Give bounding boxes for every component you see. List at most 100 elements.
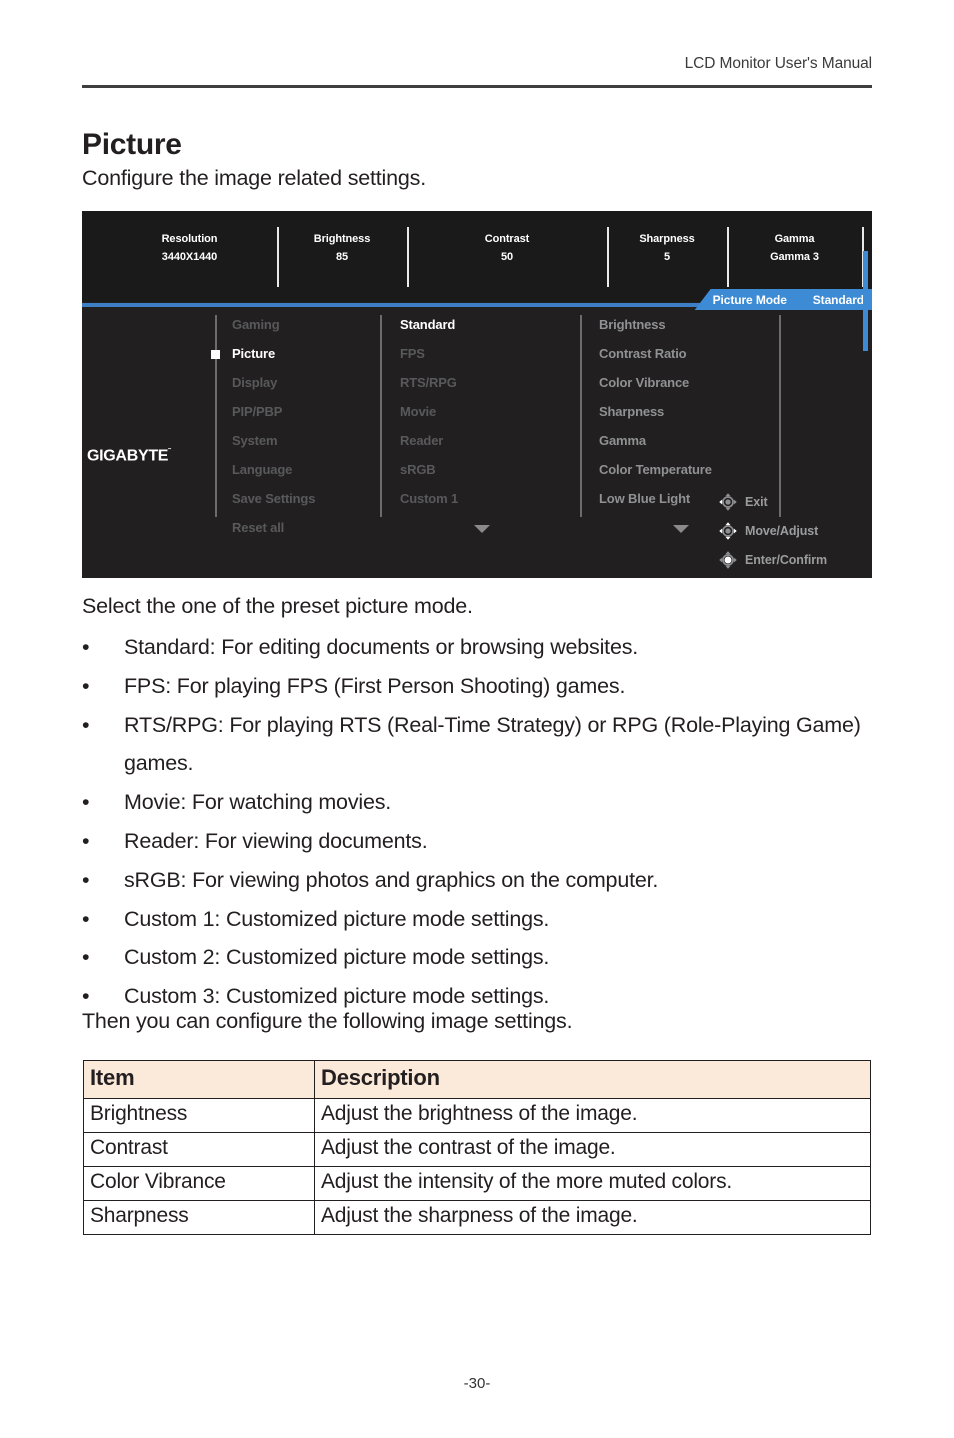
table-header-row: Item Description [83, 1060, 871, 1099]
trademark-mark: ˜ [168, 447, 171, 456]
table-row: Color Vibrance Adjust the intensity of th… [83, 1166, 871, 1201]
bullet-text: Standard: For editing documents or brows… [124, 635, 639, 659]
status-segment-gamma: Gamma Gamma 3 [727, 211, 862, 302]
header-divider [82, 85, 872, 88]
table-cell-description: Adjust the brightness of the image. [314, 1098, 871, 1133]
status-segment-sharpness: Sharpness 5 [607, 211, 727, 302]
segment-value: 5 [663, 251, 671, 263]
status-segment-resolution: Resolution 3440X1440 [102, 211, 277, 302]
gigabyte-logo-text: GIGABYTE [87, 447, 169, 465]
intro-paragraph: Configure the image related settings. [82, 166, 426, 190]
picture-mode-label: Picture Mode [712, 292, 787, 307]
setting-item-low-blue-light[interactable]: Low Blue Light [599, 491, 690, 506]
segment-label: Color Temp. Normal [862, 233, 872, 245]
menu-item-picture[interactable]: Picture [232, 346, 275, 361]
setting-item-sharpness[interactable]: Sharpness [599, 404, 664, 419]
table-cell-item: Sharpness [83, 1200, 315, 1235]
picture-mode-value: Standard [812, 292, 864, 307]
segment-value: 50 [500, 251, 514, 263]
lead-in-paragraph: Select the one of the preset picture mod… [82, 594, 473, 618]
table-cell-item: Contrast [83, 1132, 315, 1167]
menu-item-pip-pbp[interactable]: PIP/PBP [232, 404, 282, 419]
segment-label: Sharpness [639, 233, 695, 245]
segment-label: Resolution [161, 233, 218, 245]
bullet-text: sRGB: For viewing photos and graphics on… [124, 867, 659, 892]
segment-value: Gamma 3 [770, 251, 819, 263]
bullet-marker: • [82, 635, 90, 659]
table-cell-description: Adjust the intensity of the more muted c… [314, 1166, 871, 1201]
setting-item-brightness[interactable]: Brightness [599, 317, 666, 332]
osd-hint-exit: Exit [718, 492, 768, 512]
segment-value: 3440X1440 [161, 251, 218, 263]
bullet-marker: • [82, 906, 90, 931]
column-rule [580, 315, 582, 517]
hint-label: Exit [745, 495, 768, 509]
page-header: LCD Monitor User's Manual [82, 55, 872, 91]
preset-item-fps[interactable]: FPS [400, 346, 425, 361]
menu-item-save-settings[interactable]: Save Settings [232, 491, 315, 506]
preset-item-reader[interactable]: Reader [400, 433, 443, 448]
preset-item-custom-1[interactable]: Custom 1 [400, 491, 458, 506]
segment-value: 85 [335, 251, 349, 263]
table-cell-item: Brightness [83, 1098, 315, 1133]
preset-item-srgb[interactable]: sRGB [400, 462, 436, 477]
bullet-text: FPS: For playing FPS (First Person Shoot… [124, 673, 626, 698]
bullet-text: Custom 1: Customized picture mode settin… [124, 906, 550, 931]
bullet-marker: • [82, 673, 90, 698]
setting-item-color-temperature[interactable]: Color Temperature [599, 462, 712, 477]
bullet-marker: • [82, 945, 90, 970]
osd-hint-move-adjust: Move/Adjust [718, 521, 818, 541]
settings-table: Item Description Brightness Adjust the br… [83, 1060, 871, 1235]
column-rule [380, 315, 382, 517]
menu-item-gaming[interactable]: Gaming [232, 317, 280, 332]
then-paragraph: Then you can configure the following ima… [82, 1009, 573, 1033]
status-segment-contrast: Contrast 50 [407, 211, 607, 302]
joystick-left-icon [718, 492, 738, 512]
table-cell-item: Color Vibrance [83, 1166, 315, 1201]
setting-item-color-vibrance[interactable]: Color Vibrance [599, 375, 689, 390]
column-rule [779, 315, 781, 517]
segment-label: Gamma [774, 233, 815, 245]
status-segment-brightness: Brightness 85 [277, 211, 407, 302]
table-row: Sharpness Adjust the sharpness of the ima… [83, 1200, 871, 1235]
hint-label: Enter/Confirm [745, 553, 828, 567]
table-header-description: Description [314, 1060, 871, 1099]
gigabyte-logo: GIGABYTE˜ [87, 447, 171, 465]
menu-item-display[interactable]: Display [232, 375, 277, 390]
table-header-item: Item [83, 1060, 315, 1099]
bullet-marker: • [82, 829, 90, 853]
segment-label: Brightness [313, 233, 371, 245]
joystick-press-icon [718, 550, 738, 570]
table-cell-description: Adjust the contrast of the image. [314, 1132, 871, 1167]
chevron-down-icon[interactable] [474, 525, 490, 533]
bullet-text: RTS/RPG: For playing RTS (Real-Time Stra… [124, 712, 861, 775]
menu-item-reset-all[interactable]: Reset all [232, 520, 284, 535]
page-number: -30- [463, 1375, 491, 1392]
bullet-text: Reader: For viewing documents. [124, 829, 428, 853]
table-row: Contrast Adjust the contrast of the image… [83, 1132, 871, 1167]
bullet-marker: • [82, 712, 90, 737]
osd-scrollbar[interactable] [863, 251, 868, 351]
bullet-text: Custom 2: Customized picture mode settin… [124, 945, 550, 970]
setting-item-gamma[interactable]: Gamma [599, 433, 646, 448]
osd-screenshot: Resolution 3440X1440 Brightness 85 Contrast 5… [82, 211, 872, 578]
setting-item-contrast-ratio[interactable]: Contrast Ratio [599, 346, 687, 361]
bullet-text: Movie: For watching movies. [124, 790, 392, 815]
table-cell-description: Adjust the sharpness of the image. [314, 1200, 871, 1235]
joystick-move-icon [718, 521, 738, 541]
chevron-down-icon[interactable] [673, 525, 689, 533]
preset-item-rts-rpg[interactable]: RTS/RPG [400, 375, 457, 390]
selection-marker [211, 350, 220, 359]
osd-hint-enter-confirm: Enter/Confirm [718, 550, 827, 570]
bullet-marker: • [82, 867, 90, 892]
bullet-marker: • [82, 790, 90, 815]
running-title: LCD Monitor User's Manual [684, 55, 872, 72]
osd-menu-body: Gaming Picture Display PIP/PBP System Languag… [82, 307, 872, 578]
page-title: Picture [82, 128, 182, 162]
column-rule [215, 315, 217, 517]
menu-item-language[interactable]: Language [232, 462, 292, 477]
menu-item-system[interactable]: System [232, 433, 278, 448]
preset-item-standard[interactable]: Standard [400, 317, 455, 332]
preset-item-movie[interactable]: Movie [400, 404, 436, 419]
table-row: Brightness Adjust the brightness of the i… [83, 1098, 871, 1133]
